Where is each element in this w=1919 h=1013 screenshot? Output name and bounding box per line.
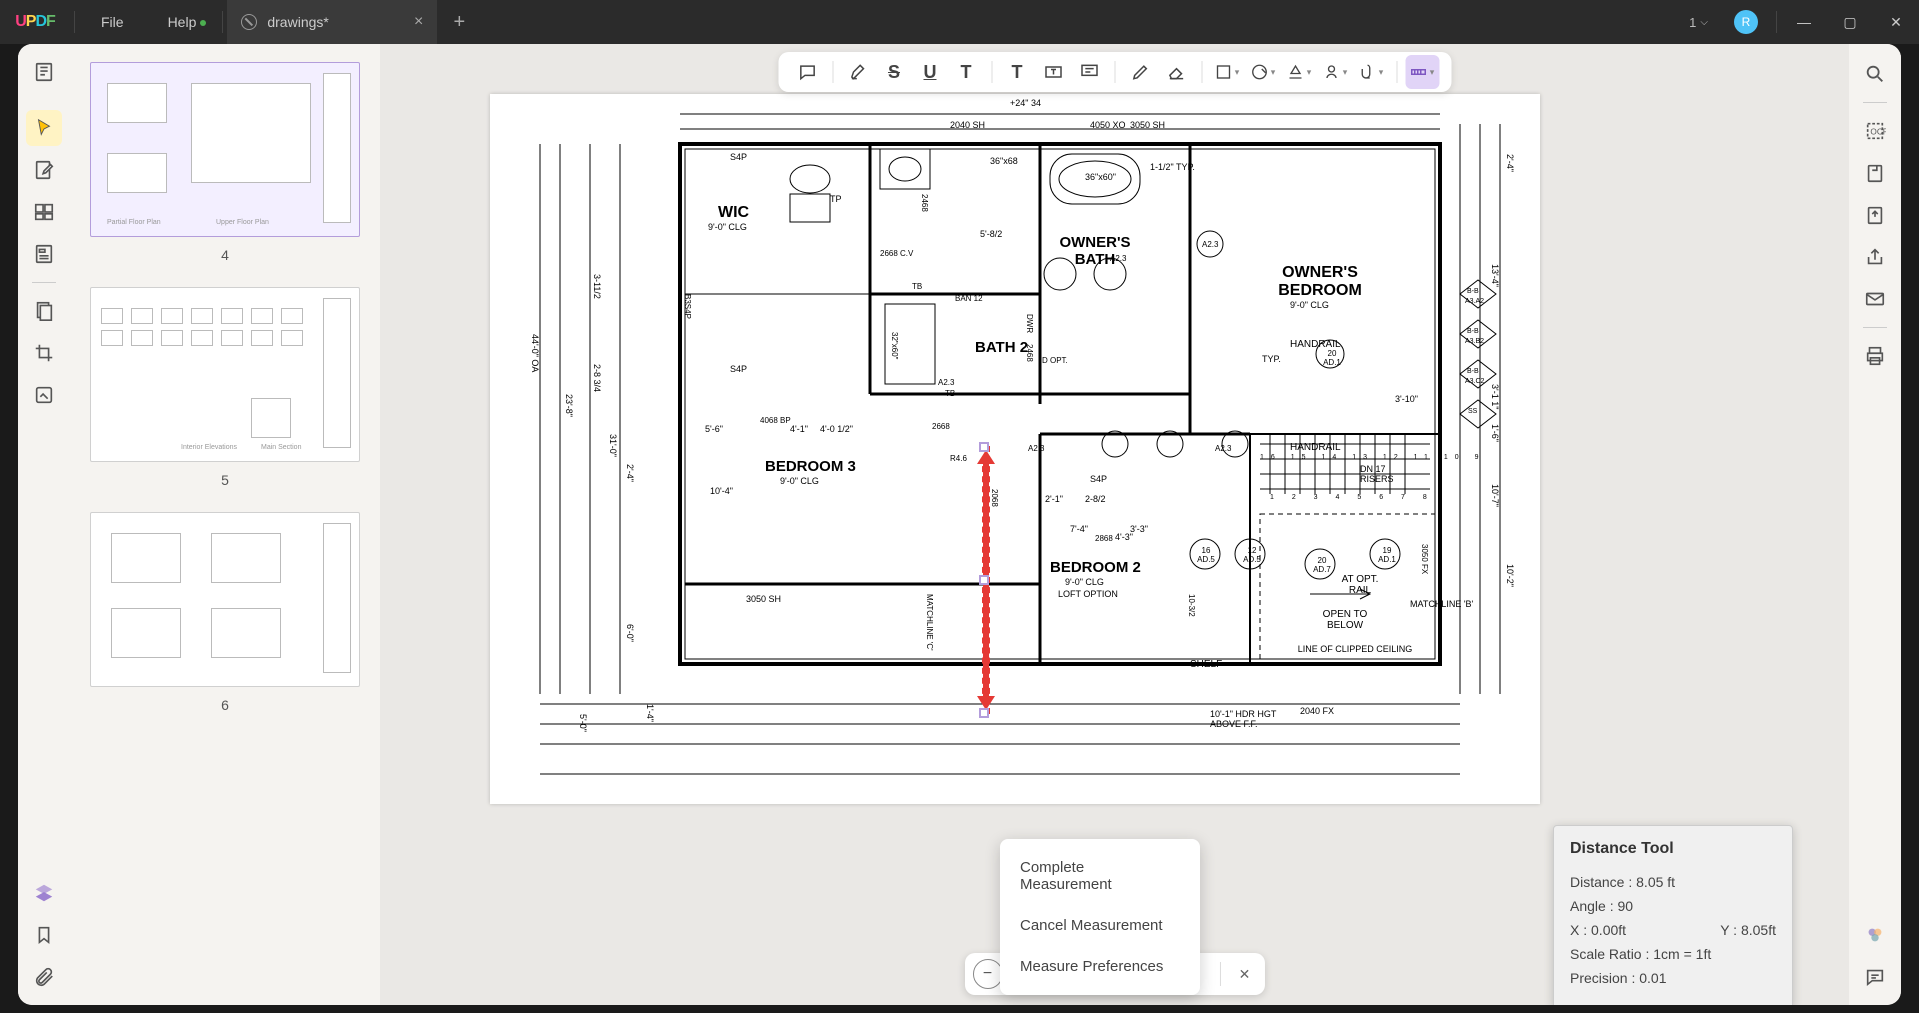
blueprint-svg: [490, 94, 1540, 804]
tab-close-button[interactable]: ×: [414, 13, 423, 31]
share-button[interactable]: [1857, 239, 1893, 275]
print-button[interactable]: [1857, 338, 1893, 374]
x-value: 0.00ft: [1591, 922, 1626, 938]
thumbnail-item[interactable]: 6: [80, 512, 370, 713]
signature-tool[interactable]: [1318, 55, 1352, 89]
thumbnail-6[interactable]: [90, 512, 360, 687]
tab-title: drawings*: [267, 14, 328, 30]
comment-mode-button[interactable]: [26, 110, 62, 146]
pencil-tool[interactable]: [1123, 55, 1157, 89]
eraser-tool[interactable]: [1159, 55, 1193, 89]
complete-measurement-item[interactable]: Complete Measurement: [1000, 847, 1200, 905]
ocr-button[interactable]: OCR: [1857, 113, 1893, 149]
room-label: OWNER'S BEDROOM: [1250, 264, 1390, 300]
edit-mode-button[interactable]: [26, 152, 62, 188]
window-maximize[interactable]: ▢: [1827, 0, 1873, 44]
thumbnail-number: 6: [221, 697, 229, 713]
attachment-button[interactable]: [26, 959, 62, 995]
redact-button[interactable]: [26, 377, 62, 413]
thumbnail-item[interactable]: /*inline small elevation boxes*/ Interio…: [80, 287, 370, 488]
y-value: 8.05ft: [1741, 922, 1776, 938]
canvas-area[interactable]: S U T T: [380, 44, 1849, 1005]
page-indicator[interactable]: 1 ⌵: [1677, 15, 1720, 30]
reader-mode-button[interactable]: [26, 54, 62, 90]
thumbnail-number: 4: [221, 247, 229, 263]
angle-value: 90: [1617, 898, 1633, 914]
form-mode-button[interactable]: [26, 236, 62, 272]
export-button[interactable]: [1857, 197, 1893, 233]
save-button[interactable]: [1857, 155, 1893, 191]
layers-button[interactable]: [26, 875, 62, 911]
page-mode-button[interactable]: [26, 194, 62, 230]
text-tool[interactable]: T: [1000, 55, 1034, 89]
measure-preferences-item[interactable]: Measure Preferences: [1000, 946, 1200, 987]
distance-value: 8.05 ft: [1636, 874, 1675, 890]
zoom-out-button[interactable]: −: [972, 959, 1002, 989]
ai-button[interactable]: [1857, 917, 1893, 953]
cancel-measurement-item[interactable]: Cancel Measurement: [1000, 905, 1200, 946]
annotation-toolbar: S U T T: [778, 52, 1451, 92]
room-label: BATH 2: [975, 339, 1028, 356]
note-tool[interactable]: [790, 55, 824, 89]
textbox-tool[interactable]: [1036, 55, 1070, 89]
crop-button[interactable]: [26, 335, 62, 371]
room-label: WIC: [718, 204, 749, 222]
underline-tool[interactable]: U: [913, 55, 947, 89]
callout-tool[interactable]: [1072, 55, 1106, 89]
thumbnail-number: 5: [221, 472, 229, 488]
measurement-annotation[interactable]: [983, 460, 989, 700]
document-tab[interactable]: drawings* ×: [227, 0, 437, 44]
distance-tool-panel: Distance Tool Distance : 8.05 ft Angle :…: [1553, 825, 1793, 1005]
zoom-close-button[interactable]: ✕: [1233, 966, 1257, 983]
precision-value: 0.01: [1639, 970, 1666, 986]
thumbnail-panel: Partial Floor Plan Upper Floor Plan 4 /*…: [70, 44, 380, 1005]
left-rail: [18, 44, 70, 1005]
mail-button[interactable]: [1857, 281, 1893, 317]
chat-button[interactable]: [1857, 959, 1893, 995]
thumbnail-4[interactable]: Partial Floor Plan Upper Floor Plan: [90, 62, 360, 237]
measure-tool[interactable]: [1405, 55, 1439, 89]
search-button[interactable]: [1857, 56, 1893, 92]
strikethrough-tool[interactable]: S: [877, 55, 911, 89]
highlight-tool[interactable]: [841, 55, 875, 89]
room-label: BEDROOM 3: [765, 458, 856, 475]
attach-tool[interactable]: [1354, 55, 1388, 89]
new-tab-button[interactable]: +: [437, 11, 481, 34]
menu-file[interactable]: File: [79, 14, 146, 30]
title-bar: UPDF File Help drawings* × + 1 ⌵ R — ▢ ✕: [0, 0, 1919, 44]
stamp-tool[interactable]: [1282, 55, 1316, 89]
room-label: OWNER'S BATH: [1040, 234, 1150, 268]
tab-icon: [241, 14, 257, 30]
bookmark-button[interactable]: [26, 917, 62, 953]
distance-tool-title: Distance Tool: [1570, 840, 1776, 858]
shape-tool[interactable]: [1210, 55, 1244, 89]
organize-button[interactable]: [26, 293, 62, 329]
drawing-page[interactable]: WIC 9'-0" CLG OWNER'S BATH OWNER'S BEDRO…: [490, 94, 1540, 804]
app-body: Partial Floor Plan Upper Floor Plan 4 /*…: [18, 44, 1901, 1005]
thumbnail-item[interactable]: Partial Floor Plan Upper Floor Plan 4: [80, 62, 370, 263]
menu-help[interactable]: Help: [146, 14, 219, 30]
sticker-tool[interactable]: [1246, 55, 1280, 89]
right-rail: OCR: [1849, 44, 1901, 1005]
app-logo: UPDF: [0, 13, 70, 31]
measure-context-menu: Complete Measurement Cancel Measurement …: [1000, 839, 1200, 995]
squiggly-tool[interactable]: T: [949, 55, 983, 89]
thumbnail-5[interactable]: /*inline small elevation boxes*/ Interio…: [90, 287, 360, 462]
user-avatar[interactable]: R: [1734, 10, 1758, 34]
scale-value: 1cm = 1ft: [1653, 946, 1711, 962]
window-minimize[interactable]: —: [1781, 0, 1827, 44]
svg-text:OCR: OCR: [1870, 128, 1886, 137]
window-close[interactable]: ✕: [1873, 0, 1919, 44]
room-label: BEDROOM 2: [1050, 559, 1141, 576]
